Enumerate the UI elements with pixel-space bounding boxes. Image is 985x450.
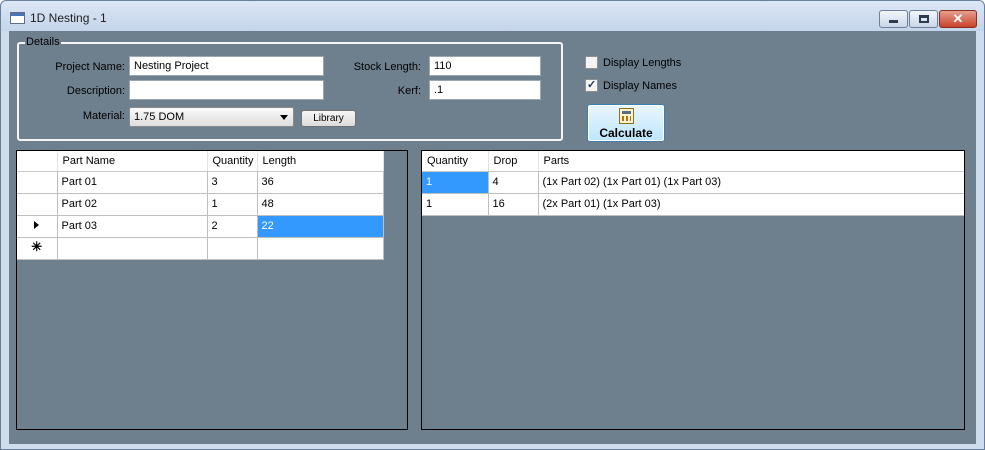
column-header-length[interactable]: Length	[257, 151, 384, 172]
material-select-value: 1.75 DOM	[134, 111, 185, 123]
part-name-cell[interactable]: Part 02	[57, 193, 208, 216]
column-header-quantity[interactable]: Quantity	[422, 151, 489, 172]
column-header-drop[interactable]: Drop	[488, 151, 539, 172]
column-header-part-name[interactable]: Part Name	[57, 151, 208, 172]
close-icon: ✕	[952, 11, 964, 26]
app-window: 1D Nesting - 1 ✕ Details Project Name: N…	[0, 0, 985, 450]
display-names-label: Display Names	[603, 80, 677, 92]
table-row[interactable]: Part 03 2 22	[17, 215, 384, 238]
new-row-asterisk-icon: ✳	[31, 239, 43, 254]
row-header[interactable]	[17, 193, 58, 216]
length-cell[interactable]: 36	[257, 171, 384, 194]
display-names-checkbox[interactable]	[585, 78, 598, 92]
title-bar[interactable]: 1D Nesting - 1 ✕	[1, 1, 984, 31]
drop-cell[interactable]: 4	[488, 171, 539, 194]
part-name-cell[interactable]: Part 01	[57, 171, 208, 194]
maximize-icon	[919, 15, 929, 23]
quantity-cell[interactable]: 1	[422, 171, 489, 194]
length-cell[interactable]: 22	[257, 215, 384, 238]
table-row[interactable]: Part 01 3 36	[17, 171, 384, 194]
parts-table: Part Name Quantity Length Part 01 3 36 P	[17, 151, 384, 260]
stock-length-input[interactable]: 110	[429, 56, 541, 76]
calculator-icon	[619, 108, 634, 124]
row-header[interactable]	[17, 171, 58, 194]
length-cell[interactable]	[257, 237, 384, 260]
results-header-row: Quantity Drop Parts	[422, 151, 964, 172]
quantity-cell[interactable]: 3	[207, 171, 258, 194]
row-header-corner[interactable]	[17, 151, 58, 172]
quantity-cell[interactable]: 1	[207, 193, 258, 216]
kerf-input[interactable]: .1	[429, 80, 541, 100]
client-area: Details Project Name: Nesting Project De…	[9, 31, 976, 444]
display-lengths-checkbox[interactable]	[585, 56, 598, 69]
calculate-button[interactable]: Calculate	[587, 104, 665, 142]
project-name-input[interactable]: Nesting Project	[129, 56, 324, 76]
table-row[interactable]: Part 02 1 48	[17, 193, 384, 216]
maximize-button[interactable]	[909, 10, 938, 28]
parts-cell[interactable]: (1x Part 02) (1x Part 01) (1x Part 03)	[538, 171, 964, 194]
drop-cell[interactable]: 16	[488, 193, 539, 216]
material-label: Material:	[82, 110, 125, 122]
calculate-button-label: Calculate	[599, 126, 653, 140]
details-group-label: Details	[25, 36, 61, 48]
current-row-arrow-icon	[34, 221, 40, 229]
minimize-button[interactable]	[879, 10, 908, 28]
minimize-icon	[889, 20, 898, 23]
new-row[interactable]: ✳	[17, 237, 384, 260]
window-title: 1D Nesting - 1	[30, 11, 107, 25]
chevron-down-icon	[280, 115, 288, 120]
row-header[interactable]: ✳	[17, 237, 58, 260]
stock-length-label: Stock Length:	[353, 61, 421, 73]
parts-cell[interactable]: (2x Part 01) (1x Part 03)	[538, 193, 964, 216]
quantity-cell[interactable]: 2	[207, 215, 258, 238]
results-grid[interactable]: Quantity Drop Parts 1 4 (1x Part 02) (1x…	[421, 150, 965, 430]
parts-header-row: Part Name Quantity Length	[17, 151, 384, 172]
column-header-parts[interactable]: Parts	[538, 151, 964, 172]
details-group: Details Project Name: Nesting Project De…	[17, 36, 563, 141]
kerf-label: Kerf:	[397, 85, 421, 97]
material-select[interactable]: 1.75 DOM	[129, 107, 294, 127]
column-header-quantity[interactable]: Quantity	[207, 151, 258, 172]
table-row[interactable]: 1 16 (2x Part 01) (1x Part 03)	[422, 193, 964, 216]
close-button[interactable]: ✕	[939, 10, 977, 28]
display-lengths-label: Display Lengths	[603, 57, 682, 69]
app-window-icon	[10, 12, 25, 24]
quantity-cell[interactable]: 1	[422, 193, 489, 216]
results-table: Quantity Drop Parts 1 4 (1x Part 02) (1x…	[422, 151, 964, 216]
library-button[interactable]: Library	[301, 110, 356, 127]
description-input[interactable]	[129, 80, 324, 100]
quantity-cell[interactable]	[207, 237, 258, 260]
parts-grid[interactable]: Part Name Quantity Length Part 01 3 36 P	[16, 150, 408, 430]
description-label: Description:	[66, 85, 125, 97]
table-row[interactable]: 1 4 (1x Part 02) (1x Part 01) (1x Part 0…	[422, 171, 964, 194]
part-name-cell[interactable]	[57, 237, 208, 260]
part-name-cell[interactable]: Part 03	[57, 215, 208, 238]
project-name-label: Project Name:	[55, 61, 125, 73]
row-header[interactable]	[17, 215, 58, 238]
length-cell[interactable]: 48	[257, 193, 384, 216]
